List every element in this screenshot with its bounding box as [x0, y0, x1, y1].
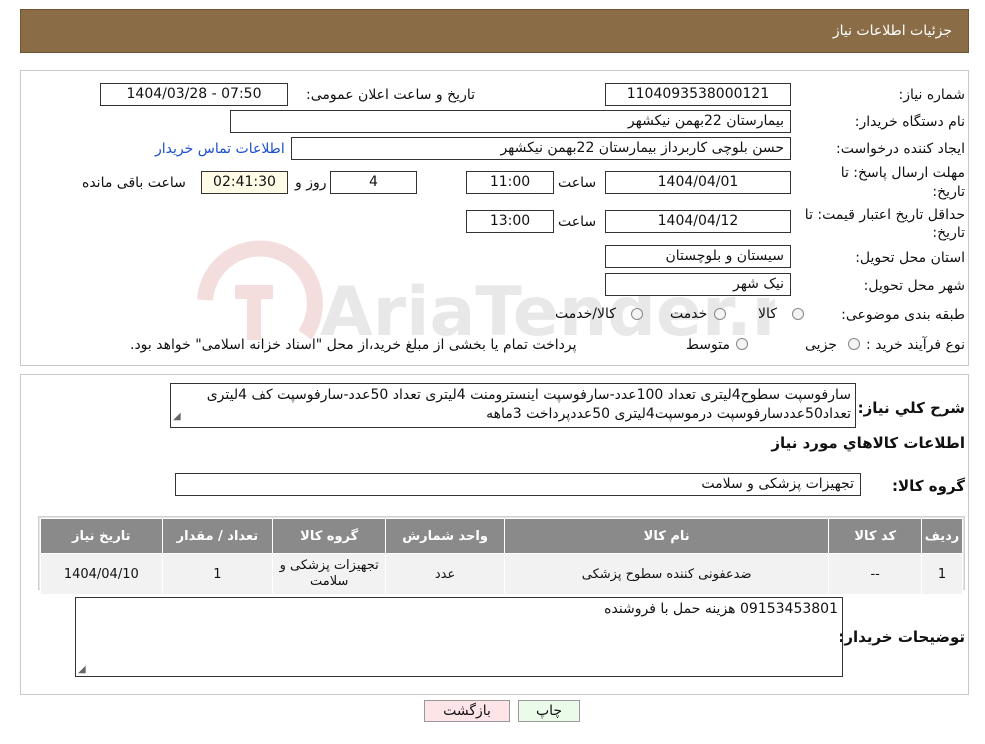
days-remaining-field: 4	[330, 171, 417, 194]
resize-handle-icon[interactable]: ◢	[173, 407, 181, 426]
process-medium-label: متوسط	[686, 337, 730, 353]
goods-group-label: گروه کالا:	[892, 477, 965, 495]
table-row: 1404/04/10 1 تجهیزات پزشکی و سلامت عدد ض…	[40, 553, 963, 595]
deadline-label: مهلت ارسال پاسخ: تا	[840, 165, 965, 181]
cell-goods-group: تجهیزات پزشکی و سلامت	[272, 553, 387, 595]
page-header: جزئیات اطلاعات نیاز	[20, 9, 969, 53]
category-both-radio[interactable]	[631, 308, 643, 320]
contact-info-link[interactable]: اطلاعات تماس خریدار	[155, 141, 285, 157]
cell-unit: عدد	[385, 553, 506, 595]
process-label: نوع فرآیند خرید :	[866, 337, 965, 353]
validity-label: حداقل تاریخ اعتبار قیمت: تا	[804, 207, 965, 223]
validity-time-field: 13:00	[466, 210, 554, 233]
province-label: استان محل تحویل:	[855, 250, 965, 266]
process-medium-radio[interactable]	[736, 338, 748, 350]
deadline-label-2: تاریخ:	[932, 184, 965, 200]
process-minor-radio[interactable]	[848, 338, 860, 350]
province-field: سیستان و بلوچستان	[605, 245, 791, 268]
buyer-label: نام دستگاه خریدار:	[854, 114, 965, 130]
days-label: روز و	[295, 175, 327, 191]
category-both-label: کالا/خدمت	[555, 306, 616, 322]
category-goods-label: کالا	[758, 306, 777, 322]
col-header-goods-group: گروه کالا	[272, 518, 387, 554]
need-number-label: شماره نیاز:	[898, 87, 966, 103]
time-remaining-field: 02:41:30	[201, 171, 288, 194]
description-label: شرح کلي نياز:	[857, 399, 965, 417]
category-label: طبقه بندی موضوعی:	[841, 307, 965, 323]
process-note: پرداخت تمام یا بخشی از مبلغ خرید،از محل …	[130, 337, 577, 353]
back-button[interactable]: بازگشت	[424, 700, 510, 722]
page-title: جزئیات اطلاعات نیاز	[832, 23, 952, 39]
validity-label-2: تاریخ:	[932, 225, 965, 241]
description-line-2: تعداد50عددسارفوسپت درموسپت4لیتری 50عددپر…	[486, 406, 851, 422]
need-number-field: 1104093538000121	[605, 83, 791, 106]
goods-table: تاریخ نیاز تعداد / مقدار گروه کالا واحد …	[40, 518, 963, 595]
announce-label: تاریخ و ساعت اعلان عمومی:	[306, 87, 475, 103]
col-header-goods-code: کد کالا	[828, 518, 923, 554]
validity-time-label: ساعت	[558, 214, 597, 230]
cell-quantity: 1	[161, 553, 274, 595]
cell-goods-name: ضدعفونی کننده سطوح پزشکی	[504, 553, 830, 595]
category-service-radio[interactable]	[714, 308, 726, 320]
deadline-date-field: 1404/04/01	[605, 171, 791, 194]
city-label: شهر محل تحویل:	[863, 278, 965, 294]
col-header-unit: واحد شمارش	[385, 518, 506, 554]
deadline-time-field: 11:00	[466, 171, 554, 194]
cell-row-number: 1	[921, 553, 963, 595]
city-field: نیک شهر	[605, 273, 791, 296]
description-textarea[interactable]: سارفوسپت سطوح4لیتری تعداد 100عدد-سارفوسپ…	[170, 383, 856, 428]
category-goods-radio[interactable]	[792, 308, 804, 320]
validity-date-field: 1404/04/12	[605, 210, 791, 233]
creator-label: ایجاد کننده درخواست:	[836, 141, 965, 157]
announce-field: 1404/03/28 - 07:50	[100, 83, 288, 106]
resize-handle-icon[interactable]: ◢	[78, 664, 86, 675]
col-header-goods-name: نام کالا	[504, 518, 830, 554]
buyer-notes-label: توضیحات خریدار:	[838, 628, 965, 646]
creator-field: حسن بلوچی کاربرداز بیمارستان 22بهمن نیکش…	[291, 137, 791, 160]
category-service-label: خدمت	[670, 306, 708, 322]
description-line-1: سارفوسپت سطوح4لیتری تعداد 100عدد-سارفوسپ…	[206, 387, 851, 403]
goods-section-title: اطلاعات کالاهاي مورد نياز	[771, 434, 965, 452]
col-header-need-date: تاریخ نیاز	[40, 518, 163, 554]
process-minor-label: جزیی	[805, 337, 837, 353]
buyer-notes-text: 09153453801 هزینه حمل با فروشنده	[604, 601, 838, 617]
time-remaining-label: ساعت باقی مانده	[82, 175, 186, 191]
print-button[interactable]: چاپ	[518, 700, 580, 722]
goods-table-container: تاریخ نیاز تعداد / مقدار گروه کالا واحد …	[38, 516, 965, 595]
cell-goods-code: --	[828, 553, 923, 595]
table-header-row: تاریخ نیاز تعداد / مقدار گروه کالا واحد …	[40, 518, 963, 554]
buyer-field: بیمارستان 22بهمن نیکشهر	[230, 110, 791, 133]
col-header-quantity: تعداد / مقدار	[161, 518, 274, 554]
cell-need-date: 1404/04/10	[40, 553, 163, 595]
goods-group-field: تجهیزات پزشکی و سلامت	[175, 473, 861, 496]
buyer-notes-textarea[interactable]: 09153453801 هزینه حمل با فروشنده ◢	[75, 597, 843, 677]
col-header-row: ردیف	[921, 518, 963, 554]
deadline-time-label: ساعت	[558, 175, 597, 191]
